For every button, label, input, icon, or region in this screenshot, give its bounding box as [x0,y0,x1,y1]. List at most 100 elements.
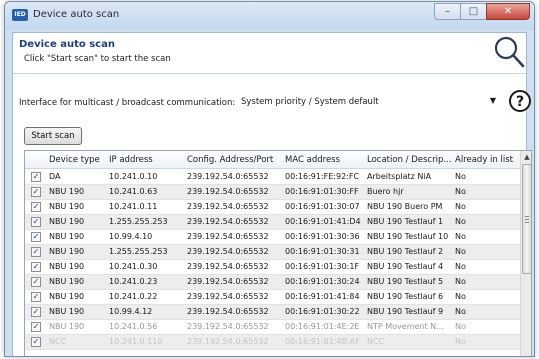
cell-ip-address: 10.241.0.11 [109,202,158,211]
vertical-scrollbar[interactable]: ▲ [520,151,531,356]
cell-device-type: NBU 190 [49,217,85,226]
cell-device-type: NBU 190 [49,247,85,256]
cell-mac-address: 00:16:91:FE:92:FC [285,172,360,181]
cell-location: NBU 190 Testlauf 5 [367,277,444,286]
row-checkbox[interactable]: ✓ [31,202,41,212]
minimize-button[interactable]: – [434,3,460,20]
table-row[interactable]: ✓ NBU 190 10.241.0.63 239.192.54.0:65532 00:… [25,185,520,200]
scroll-up-icon[interactable]: ▲ [521,151,531,163]
cell-mac-address: 00:16:91:01:41:D4 [285,217,361,226]
dialog-window: IED Device auto scan – □ ✕ Device auto s… [4,1,535,357]
cell-location: NBU 190 Testlauf 6 [367,292,444,301]
row-checkbox[interactable]: ✓ [31,247,41,257]
row-checkbox[interactable]: ✓ [31,292,41,302]
column-header-location[interactable]: Location / Descrip... [367,155,453,165]
cell-location: NCC [367,337,385,346]
table-header: Device type IP address Config. Address/P… [25,151,520,169]
column-header-ip-address[interactable]: IP address [109,155,185,165]
help-icon[interactable]: ? [508,89,532,113]
page-title: Device auto scan [19,39,115,50]
table-row[interactable]: ✓ NCC 10.241.0.110 239.192.54.0:65532 00:16:… [25,335,520,350]
cell-already-in-list: No [455,187,466,196]
instruction-text: Click "Start scan" to start the scan [24,54,171,64]
cell-config-address: 239.192.54.0:65532 [187,187,269,196]
cell-config-address: 239.192.54.0:65532 [187,277,269,286]
cell-config-address: 239.192.54.0:65532 [187,292,269,301]
cell-already-in-list: No [455,247,466,256]
scrollbar-thumb[interactable] [522,164,531,274]
cell-device-type: NBU 190 [49,322,85,331]
cell-ip-address: 1.255.255.253 [109,247,168,256]
table-row[interactable]: ✓ NBU 190 10.99.4.12 239.192.54.0:65532 00:1… [25,305,520,320]
cell-config-address: 239.192.54.0:65532 [187,247,269,256]
cell-mac-address: 00:16:91:01:30:FF [285,187,359,196]
row-checkbox[interactable]: ✓ [31,217,41,227]
device-table: Device type IP address Config. Address/P… [24,150,532,356]
table-row[interactable]: ✓ NBU 190 1.255.255.253 239.192.54.0:65532 0… [25,245,520,260]
cell-device-type: NBU 190 [49,232,85,241]
cell-location: NBU 190 Testlauf 4 [367,262,444,271]
close-button[interactable]: ✕ [486,3,530,20]
cell-config-address: 239.192.54.0:65532 [187,202,269,211]
row-checkbox[interactable]: ✓ [31,307,41,317]
cell-config-address: 239.192.54.0:65532 [187,262,269,271]
row-checkbox[interactable]: ✓ [31,172,41,182]
cell-mac-address: 00:16:91:01:41:84 [285,292,360,301]
table-row[interactable]: ✓ NBU 190 10.241.0.22 239.192.54.0:65532 00:… [25,290,520,305]
column-header-config-address[interactable]: Config. Address/Port [187,155,283,165]
cell-config-address: 239.192.54.0:65532 [187,217,269,226]
cell-config-address: 239.192.54.0:65532 [187,322,269,331]
cell-ip-address: 10.99.4.10 [109,232,153,241]
table-row[interactable]: ✓ NBU 190 10.241.0.30 239.192.54.0:65532 00:… [25,260,520,275]
cell-ip-address: 1.255.255.253 [109,217,168,226]
row-checkbox[interactable]: ✓ [31,262,41,272]
table-row[interactable]: ✓ NBU 190 10.241.0.23 239.192.54.0:65532 00:… [25,275,520,290]
row-checkbox[interactable]: ✓ [31,337,41,347]
interface-label: Interface for multicast / broadcast comm… [19,98,236,108]
cell-location: NBU 190 Testlauf 2 [367,247,444,256]
table-body: ✓ DA 10.241.0.10 239.192.54.0:65532 00:16:91… [25,170,520,350]
cell-mac-address: 00:16:91:01:4E:2E [285,322,360,331]
table-row[interactable]: ✓ NBU 190 10.99.4.10 239.192.54.0:65532 00:1… [25,230,520,245]
cell-already-in-list: No [455,262,466,271]
column-header-mac-address[interactable]: MAC address [285,155,365,165]
cell-mac-address: 00:16:91:01:30:31 [285,247,360,256]
table-row[interactable]: ✓ DA 10.241.0.10 239.192.54.0:65532 00:16:91… [25,170,520,185]
table-row[interactable]: ✓ NBU 190 10.241.0.11 239.192.54.0:65532 00:… [25,200,520,215]
cell-config-address: 239.192.54.0:65532 [187,172,269,181]
cell-ip-address: 10.241.0.110 [109,337,163,346]
column-header-already-in-list[interactable]: Already in list [455,155,519,165]
row-checkbox[interactable]: ✓ [31,322,41,332]
header-divider [13,73,526,74]
table-row[interactable]: ✓ NBU 190 10.241.0.56 239.192.54.0:65532 00:… [25,320,520,335]
chevron-down-icon: ▼ [489,96,496,105]
maximize-button[interactable]: □ [460,3,486,20]
cell-location: NBU 190 Testlauf 1 [367,217,444,226]
cell-device-type: NBU 190 [49,277,85,286]
row-checkbox[interactable]: ✓ [31,187,41,197]
cell-mac-address: 00:16:91:01:30:22 [285,307,360,316]
interface-select-value: System priority / System default [241,97,379,107]
cell-mac-address: 00:16:91:01:4B:AF [285,337,360,346]
cell-location: NBU 190 Buero PM [367,202,443,211]
row-checkbox[interactable]: ✓ [31,232,41,242]
cell-already-in-list: No [455,307,466,316]
window-controls: – □ ✕ [434,3,530,20]
cell-already-in-list: No [455,232,466,241]
cell-ip-address: 10.99.4.12 [109,307,153,316]
cell-mac-address: 00:16:91:01:30:1F [285,262,360,271]
start-scan-button[interactable]: Start scan [24,127,82,145]
cell-already-in-list: No [455,322,466,331]
table-row[interactable]: ✓ NBU 190 1.255.255.253 239.192.54.0:65532 0… [25,215,520,230]
app-icon: IED [12,9,28,21]
cell-already-in-list: No [455,292,466,301]
column-header-device-type[interactable]: Device type [49,155,109,165]
title-bar[interactable]: IED Device auto scan – □ ✕ [5,2,534,30]
cell-already-in-list: No [455,217,466,226]
interface-select[interactable]: System priority / System default ▼ [235,92,501,111]
row-checkbox[interactable]: ✓ [31,277,41,287]
cell-config-address: 239.192.54.0:65532 [187,307,269,316]
svg-text:?: ? [516,94,524,110]
cell-device-type: NBU 190 [49,262,85,271]
cell-already-in-list: No [455,337,466,346]
